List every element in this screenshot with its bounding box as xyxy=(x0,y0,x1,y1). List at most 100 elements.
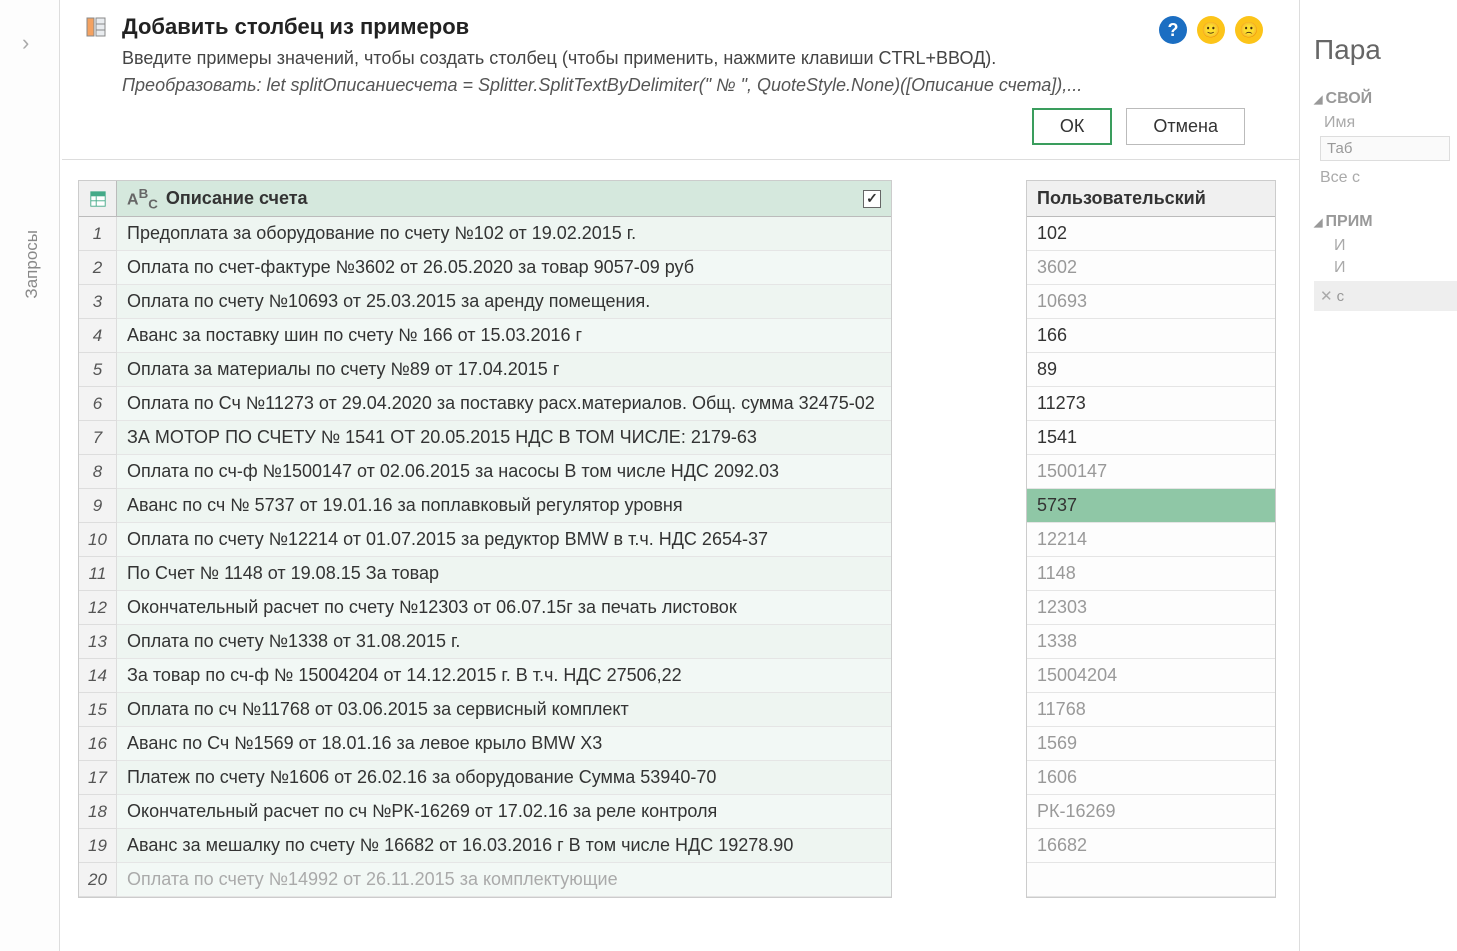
banner-formula: Преобразовать: let splitОписаниесчета = … xyxy=(122,75,1439,96)
grid-cell[interactable]: Платеж по счету №1606 от 26.02.16 за обо… xyxy=(117,761,891,795)
table-row[interactable]: 12Окончательный расчет по счету №12303 о… xyxy=(79,591,891,625)
custom-cell[interactable]: 89 xyxy=(1027,353,1275,387)
custom-column-header[interactable]: Пользовательский xyxy=(1027,181,1275,217)
custom-cell[interactable]: 1148 xyxy=(1027,557,1275,591)
custom-cell[interactable]: 12214 xyxy=(1027,523,1275,557)
grid-cell[interactable]: За товар по сч-ф № 15004204 от 14.12.201… xyxy=(117,659,891,693)
row-number: 18 xyxy=(79,795,117,829)
step-item[interactable]: И xyxy=(1334,237,1457,255)
row-number: 13 xyxy=(79,625,117,659)
queries-label: Запросы xyxy=(22,230,42,299)
grid-cell[interactable]: Оплата по счету №10693 от 25.03.2015 за … xyxy=(117,285,891,319)
custom-cell[interactable]: 1606 xyxy=(1027,761,1275,795)
frown-feedback-icon[interactable]: 🙁 xyxy=(1235,16,1263,44)
query-name-input[interactable] xyxy=(1320,136,1450,161)
help-icon[interactable]: ? xyxy=(1159,16,1187,44)
query-settings-panel: Пара СВОЙ Имя Все с ПРИМ И И ✕с xyxy=(1299,0,1457,951)
grid-cell[interactable]: Оплата по Сч №11273 от 29.04.2020 за пос… xyxy=(117,387,891,421)
name-label: Имя xyxy=(1324,114,1457,132)
grid-cell[interactable]: Аванс по Сч №1569 от 18.01.16 за левое к… xyxy=(117,727,891,761)
ok-button[interactable]: ОК xyxy=(1032,108,1113,145)
table-row[interactable]: 4Аванс за поставку шин по счету № 166 от… xyxy=(79,319,891,353)
expand-chevron-icon[interactable]: › xyxy=(22,30,29,56)
table-row[interactable]: 6Оплата по Сч №11273 от 29.04.2020 за по… xyxy=(79,387,891,421)
custom-cell[interactable]: 5737 xyxy=(1027,489,1275,523)
grid-cell[interactable]: Оплата по счету №1338 от 31.08.2015 г. xyxy=(117,625,891,659)
table-row[interactable]: 14За товар по сч-ф № 15004204 от 14.12.2… xyxy=(79,659,891,693)
custom-cell[interactable]: 12303 xyxy=(1027,591,1275,625)
table-row[interactable]: 5Оплата за материалы по счету №89 от 17.… xyxy=(79,353,891,387)
add-column-from-examples-banner: ? 🙂 🙁 Добавить столбец из примеров Введи… xyxy=(62,0,1457,160)
table-row[interactable]: 10Оплата по счету №12214 от 01.07.2015 з… xyxy=(79,523,891,557)
grid-cell[interactable]: Оплата по счет-фактуре №3602 от 26.05.20… xyxy=(117,251,891,285)
column-header-text: Описание счета xyxy=(166,188,308,209)
custom-cell[interactable]: 15004204 xyxy=(1027,659,1275,693)
table-row[interactable]: 16Аванс по Сч №1569 от 18.01.16 за левое… xyxy=(79,727,891,761)
applied-steps-section[interactable]: ПРИМ xyxy=(1314,213,1457,231)
custom-cell[interactable]: РК-16269 xyxy=(1027,795,1275,829)
row-number: 4 xyxy=(79,319,117,353)
panel-title: Пара xyxy=(1314,34,1457,66)
custom-cell[interactable]: 16682 xyxy=(1027,829,1275,863)
table-row[interactable]: 2Оплата по счет-фактуре №3602 от 26.05.2… xyxy=(79,251,891,285)
table-row[interactable]: 15Оплата по сч №11768 от 03.06.2015 за с… xyxy=(79,693,891,727)
grid-cell[interactable]: Аванс за поставку шин по счету № 166 от … xyxy=(117,319,891,353)
table-row[interactable]: 3Оплата по счету №10693 от 25.03.2015 за… xyxy=(79,285,891,319)
custom-cell[interactable]: 11273 xyxy=(1027,387,1275,421)
grid-cell[interactable]: Аванс за мешалку по счету № 16682 от 16.… xyxy=(117,829,891,863)
delete-step-icon[interactable]: ✕ xyxy=(1320,288,1333,305)
table-row[interactable]: 18Окончательный расчет по сч №РК-16269 о… xyxy=(79,795,891,829)
row-number: 5 xyxy=(79,353,117,387)
custom-cell[interactable] xyxy=(1027,863,1275,897)
grid-cell[interactable]: Оплата за материалы по счету №89 от 17.0… xyxy=(117,353,891,387)
grid-cell[interactable]: Предоплата за оборудование по счету №102… xyxy=(117,217,891,251)
row-number: 3 xyxy=(79,285,117,319)
row-number: 9 xyxy=(79,489,117,523)
row-number: 10 xyxy=(79,523,117,557)
custom-cell[interactable]: 1541 xyxy=(1027,421,1275,455)
step-item[interactable]: И xyxy=(1334,259,1457,277)
table-row[interactable]: 7ЗА МОТОР ПО СЧЕТУ № 1541 ОТ 20.05.2015 … xyxy=(79,421,891,455)
table-row[interactable]: 19Аванс за мешалку по счету № 16682 от 1… xyxy=(79,829,891,863)
step-item-current[interactable]: ✕с xyxy=(1314,281,1457,311)
grid-cell[interactable]: Окончательный расчет по счету №12303 от … xyxy=(117,591,891,625)
row-number: 15 xyxy=(79,693,117,727)
grid-cell[interactable]: Окончательный расчет по сч №РК-16269 от … xyxy=(117,795,891,829)
grid-cell[interactable]: Оплата по сч-ф №1500147 от 02.06.2015 за… xyxy=(117,455,891,489)
cancel-button[interactable]: Отмена xyxy=(1126,108,1245,145)
all-properties-link[interactable]: Все с xyxy=(1320,169,1457,187)
custom-cell[interactable]: 102 xyxy=(1027,217,1275,251)
grid-cell[interactable]: Оплата по сч №11768 от 03.06.2015 за сер… xyxy=(117,693,891,727)
table-row[interactable]: 20Оплата по счету №14992 от 26.11.2015 з… xyxy=(79,863,891,897)
custom-cell[interactable]: 10693 xyxy=(1027,285,1275,319)
table-row[interactable]: 11По Счет № 1148 от 19.08.15 За товар xyxy=(79,557,891,591)
row-number: 2 xyxy=(79,251,117,285)
properties-section[interactable]: СВОЙ xyxy=(1314,90,1457,108)
grid-cell[interactable]: Оплата по счету №12214 от 01.07.2015 за … xyxy=(117,523,891,557)
grid-cell[interactable]: По Счет № 1148 от 19.08.15 За товар xyxy=(117,557,891,591)
column-header-opisanie[interactable]: ABC Описание счета ✓ xyxy=(117,181,891,217)
custom-column-grid: Пользовательский 10236021069316689112731… xyxy=(1026,180,1276,898)
queries-left-rail[interactable]: › Запросы xyxy=(0,0,60,951)
custom-cell[interactable]: 11768 xyxy=(1027,693,1275,727)
table-row[interactable]: 17Платеж по счету №1606 от 26.02.16 за о… xyxy=(79,761,891,795)
custom-cell[interactable]: 1569 xyxy=(1027,727,1275,761)
row-number: 20 xyxy=(79,863,117,897)
source-data-grid: ABC Описание счета ✓ 1Предоплата за обор… xyxy=(78,180,892,898)
grid-cell[interactable]: Аванс по сч № 5737 от 19.01.16 за поплав… xyxy=(117,489,891,523)
table-row[interactable]: 9Аванс по сч № 5737 от 19.01.16 за попла… xyxy=(79,489,891,523)
table-row[interactable]: 8Оплата по сч-ф №1500147 от 02.06.2015 з… xyxy=(79,455,891,489)
custom-cell[interactable]: 166 xyxy=(1027,319,1275,353)
row-number: 14 xyxy=(79,659,117,693)
custom-cell[interactable]: 1500147 xyxy=(1027,455,1275,489)
table-row[interactable]: 13Оплата по счету №1338 от 31.08.2015 г. xyxy=(79,625,891,659)
custom-cell[interactable]: 3602 xyxy=(1027,251,1275,285)
table-options-icon[interactable] xyxy=(79,181,117,217)
grid-cell[interactable]: ЗА МОТОР ПО СЧЕТУ № 1541 ОТ 20.05.2015 Н… xyxy=(117,421,891,455)
smile-feedback-icon[interactable]: 🙂 xyxy=(1197,16,1225,44)
column-selected-checkbox[interactable]: ✓ xyxy=(863,190,881,208)
table-row[interactable]: 1Предоплата за оборудование по счету №10… xyxy=(79,217,891,251)
grid-cell[interactable]: Оплата по счету №14992 от 26.11.2015 за … xyxy=(117,863,891,897)
row-number: 1 xyxy=(79,217,117,251)
custom-cell[interactable]: 1338 xyxy=(1027,625,1275,659)
